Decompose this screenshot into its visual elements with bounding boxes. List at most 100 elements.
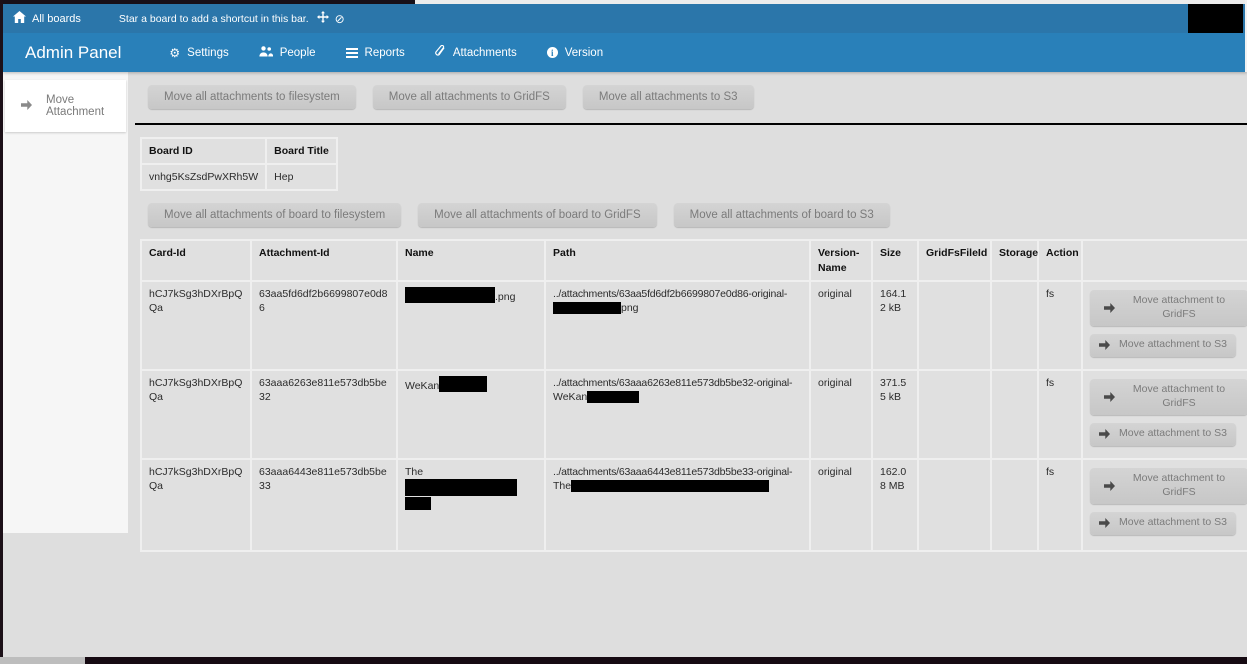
move-attachment-to-s3-button[interactable]: Move attachment to S3 — [1090, 334, 1236, 357]
cell-size: 164.12 kB — [872, 281, 918, 370]
divider — [135, 123, 1247, 125]
ban-icon[interactable]: ⊘ — [335, 13, 345, 25]
cell-path: ../attachments/63aaa6443e811e573db5be33-… — [545, 459, 810, 551]
header-card-id: Card-Id — [141, 240, 251, 280]
window-edge-left — [0, 0, 3, 657]
header-path: Path — [545, 240, 810, 280]
attachments-header-row: Card-Id Attachment-Id Name Path Version-… — [141, 240, 1247, 280]
move-board-to-gridfs-button[interactable]: Move all attachments of board to GridFS — [418, 203, 656, 227]
header-gridfsfileid: GridFsFileId — [918, 240, 991, 280]
header-storage: Storage — [991, 240, 1038, 280]
cell-gridfsfileid — [918, 370, 991, 459]
move-icon[interactable] — [317, 11, 329, 26]
cell-action-buttons: Move attachment to GridFS Move attachmen… — [1082, 281, 1247, 370]
name-prefix: WeKan — [405, 380, 439, 392]
redacted-text — [553, 302, 621, 314]
table-row: hCJ7kSg3hDXrBpQQa 63aaa6263e811e573db5be… — [141, 370, 1247, 459]
arrow-right-icon — [1099, 340, 1110, 350]
header-name: Name — [397, 240, 545, 280]
cell-version-name: original — [810, 281, 872, 370]
board-table: Board ID Board Title vnhg5KsZsdPwXRh5W H… — [140, 137, 338, 191]
board-move-buttons: Move all attachments of board to filesys… — [148, 203, 1247, 227]
sidebar-item-label: Move Attachment — [46, 94, 116, 118]
tab-people[interactable]: People — [259, 46, 316, 60]
cell-action: fs — [1038, 281, 1082, 370]
table-row: hCJ7kSg3hDXrBpQQa 63aaa6443e811e573db5be… — [141, 459, 1247, 551]
arrow-right-icon — [21, 100, 32, 113]
move-attachment-to-s3-button[interactable]: Move attachment to S3 — [1090, 423, 1236, 446]
board-id-header: Board ID — [141, 138, 266, 164]
bottom-window-corner — [0, 657, 85, 664]
cell-name: .png — [397, 281, 545, 370]
tab-settings-label: Settings — [187, 47, 229, 59]
arrow-right-icon — [1104, 392, 1115, 402]
cell-size: 371.55 kB — [872, 370, 918, 459]
redacted-user-menu[interactable] — [1188, 3, 1243, 33]
move-board-to-s3-button[interactable]: Move all attachments of board to S3 — [674, 203, 890, 227]
cell-name: WeKan — [397, 370, 545, 459]
bottom-window-bar — [85, 657, 1247, 664]
attachments-table: Card-Id Attachment-Id Name Path Version-… — [140, 239, 1247, 551]
tab-attachments[interactable]: Attachments — [435, 45, 517, 60]
cell-storage — [991, 281, 1038, 370]
move-all-to-s3-button[interactable]: Move all attachments to S3 — [583, 85, 754, 109]
name-prefix: The — [405, 466, 423, 478]
cell-card-id: hCJ7kSg3hDXrBpQQa — [141, 459, 251, 551]
move-attachment-to-gridfs-button[interactable]: Move attachment to GridFS — [1090, 379, 1247, 415]
info-icon: i — [547, 47, 558, 58]
top-bar: All boards Star a board to add a shortcu… — [3, 4, 1245, 33]
board-title-header: Board Title — [266, 138, 337, 164]
arrow-right-icon — [1104, 481, 1115, 491]
cell-size: 162.08 MB — [872, 459, 918, 551]
header-attachment-id: Attachment-Id — [251, 240, 397, 280]
cell-version-name: original — [810, 370, 872, 459]
move-attachment-to-gridfs-button[interactable]: Move attachment to GridFS — [1090, 290, 1247, 326]
redacted-text — [405, 497, 431, 510]
cell-card-id: hCJ7kSg3hDXrBpQQa — [141, 281, 251, 370]
wekan-admin-panel-screen: All boards Star a board to add a shortcu… — [0, 0, 1247, 664]
cell-path: ../attachments/63aaa6263e811e573db5be32-… — [545, 370, 810, 459]
move-attachment-to-s3-button[interactable]: Move attachment to S3 — [1090, 512, 1236, 535]
tab-people-label: People — [280, 47, 316, 59]
cell-name: The — [397, 459, 545, 551]
all-boards-link[interactable]: All boards — [13, 11, 81, 26]
admin-panel-bar: Admin Panel ⚙ Settings People Reports A — [3, 33, 1247, 72]
cell-action-buttons: Move attachment to GridFS Move attachmen… — [1082, 459, 1247, 551]
star-board-hint: Star a board to add a shortcut in this b… — [119, 13, 309, 25]
cell-path: ../attachments/63aa5fd6df2b6699807e0d86-… — [545, 281, 810, 370]
window-edge-top-light — [415, 0, 1247, 4]
cell-gridfsfileid — [918, 459, 991, 551]
list-bars-icon — [346, 48, 358, 58]
sidebar-item-move-attachment[interactable]: Move Attachment — [5, 80, 126, 132]
cell-version-name: original — [810, 459, 872, 551]
cell-attachment-id: 63aa5fd6df2b6699807e0d86 — [251, 281, 397, 370]
paperclip-icon — [435, 45, 446, 60]
move-all-to-filesystem-button[interactable]: Move all attachments to filesystem — [148, 85, 356, 109]
redacted-text — [571, 480, 769, 492]
move-all-to-gridfs-button[interactable]: Move all attachments to GridFS — [373, 85, 566, 109]
move-board-to-filesystem-button[interactable]: Move all attachments of board to filesys… — [148, 203, 401, 227]
header-size: Size — [872, 240, 918, 280]
window-edge-top-dark — [0, 0, 415, 4]
header-version-name: Version-Name — [810, 240, 872, 280]
board-title-value: Hep — [266, 164, 337, 190]
table-row: hCJ7kSg3hDXrBpQQa 63aa5fd6df2b6699807e0d… — [141, 281, 1247, 370]
cell-action: fs — [1038, 370, 1082, 459]
tab-reports[interactable]: Reports — [346, 47, 405, 59]
name-suffix: .png — [495, 291, 515, 303]
header-buttons — [1082, 240, 1247, 280]
tab-reports-label: Reports — [365, 47, 405, 59]
tab-settings[interactable]: ⚙ Settings — [169, 47, 228, 59]
move-attachment-to-gridfs-button[interactable]: Move attachment to GridFS — [1090, 468, 1247, 504]
people-icon — [259, 46, 273, 60]
cell-storage — [991, 370, 1038, 459]
page-title: Admin Panel — [25, 43, 121, 63]
redacted-text — [439, 376, 487, 392]
cell-action-buttons: Move attachment to GridFS Move attachmen… — [1082, 370, 1247, 459]
tab-version[interactable]: i Version — [547, 47, 603, 59]
all-boards-label: All boards — [32, 13, 81, 25]
cell-attachment-id: 63aaa6443e811e573db5be33 — [251, 459, 397, 551]
global-move-buttons: Move all attachments to filesystem Move … — [148, 85, 1247, 109]
header-action: Action — [1038, 240, 1082, 280]
board-id-value: vnhg5KsZsdPwXRh5W — [141, 164, 266, 190]
